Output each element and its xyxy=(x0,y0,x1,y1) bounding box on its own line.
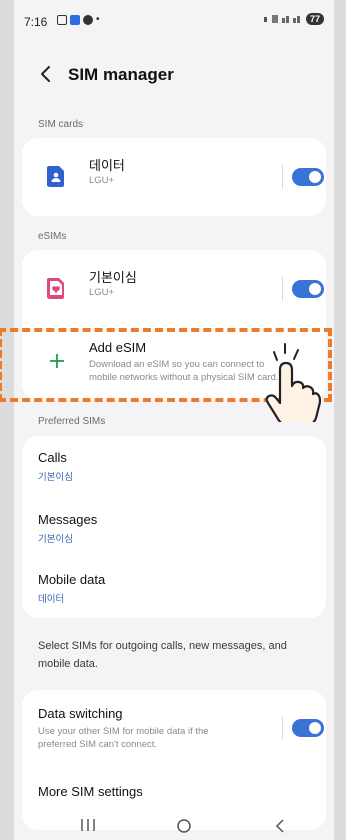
status-right: 77 xyxy=(263,13,324,25)
info-text-1: Select SIMs for outgoing calls, new mess… xyxy=(38,640,287,652)
divider xyxy=(282,165,283,189)
data-switching-title: Data switching xyxy=(38,706,123,721)
section-label-esims: eSIMs xyxy=(38,231,67,242)
preferred-messages[interactable]: Messages 기본이심 xyxy=(22,498,326,558)
app-icon xyxy=(70,14,80,25)
data-switching-desc-2: preferred SIM can't connect. xyxy=(38,739,158,750)
data-switching-item[interactable]: Data switching Use your other SIM for mo… xyxy=(22,690,326,762)
preferred-calls-value: 기본이심 xyxy=(38,472,73,483)
sim-card-item[interactable]: 데이터 LGU+ xyxy=(22,138,326,216)
preferred-messages-value: 기본이심 xyxy=(38,534,73,545)
section-label-preferred: Preferred SIMs xyxy=(38,416,106,427)
divider xyxy=(282,277,283,301)
tap-hand-icon xyxy=(265,343,322,422)
sim-card-carrier: LGU+ xyxy=(89,175,115,186)
preferred-messages-title: Messages xyxy=(38,512,98,527)
sim-card-toggle[interactable] xyxy=(292,168,324,186)
back-icon[interactable] xyxy=(38,64,52,84)
esim-toggle[interactable] xyxy=(292,280,324,298)
preferred-mobile-data-title: Mobile data xyxy=(38,572,106,587)
preferred-sims-card: Calls 기본이심 Messages 기본이심 Mobile data 데이터 xyxy=(22,436,326,618)
status-time: 7:16 xyxy=(24,15,48,29)
battery-indicator: 77 xyxy=(305,13,324,25)
preferred-mobile-data-value: 데이터 xyxy=(38,594,65,605)
data-switching-toggle[interactable] xyxy=(292,719,324,737)
status-bar: 7:16 • 77 xyxy=(14,0,334,42)
preferred-calls[interactable]: Calls 기본이심 xyxy=(22,436,326,496)
more-sim-settings-title: More SIM settings xyxy=(38,784,143,799)
signal-icon xyxy=(263,15,300,23)
sim-card-icon xyxy=(47,166,64,187)
home-icon[interactable] xyxy=(176,818,192,834)
divider xyxy=(282,716,283,740)
preferred-mobile-data[interactable]: Mobile data 데이터 xyxy=(22,558,326,618)
esim-icon xyxy=(47,278,64,299)
notification-icons: • xyxy=(57,14,100,25)
data-switching-desc-1: Use your other SIM for mobile data if th… xyxy=(38,726,209,737)
back-nav-icon[interactable] xyxy=(274,818,286,834)
preferred-calls-title: Calls xyxy=(38,450,67,465)
navigation-bar xyxy=(14,800,334,840)
chat-icon xyxy=(83,14,93,25)
info-text-2: mobile data. xyxy=(38,658,98,670)
recents-icon[interactable] xyxy=(80,818,96,832)
dot-icon: • xyxy=(96,14,100,25)
esim-name: 기본이심 xyxy=(89,270,137,285)
esim-item[interactable]: 기본이심 LGU+ xyxy=(22,250,326,328)
sim-card-name: 데이터 xyxy=(89,158,125,173)
page-title: SIM manager xyxy=(68,65,174,84)
screenshot-icon xyxy=(57,14,67,25)
page-header: SIM manager xyxy=(14,56,334,96)
esim-carrier: LGU+ xyxy=(89,287,115,298)
section-label-sim-cards: SIM cards xyxy=(38,119,84,130)
